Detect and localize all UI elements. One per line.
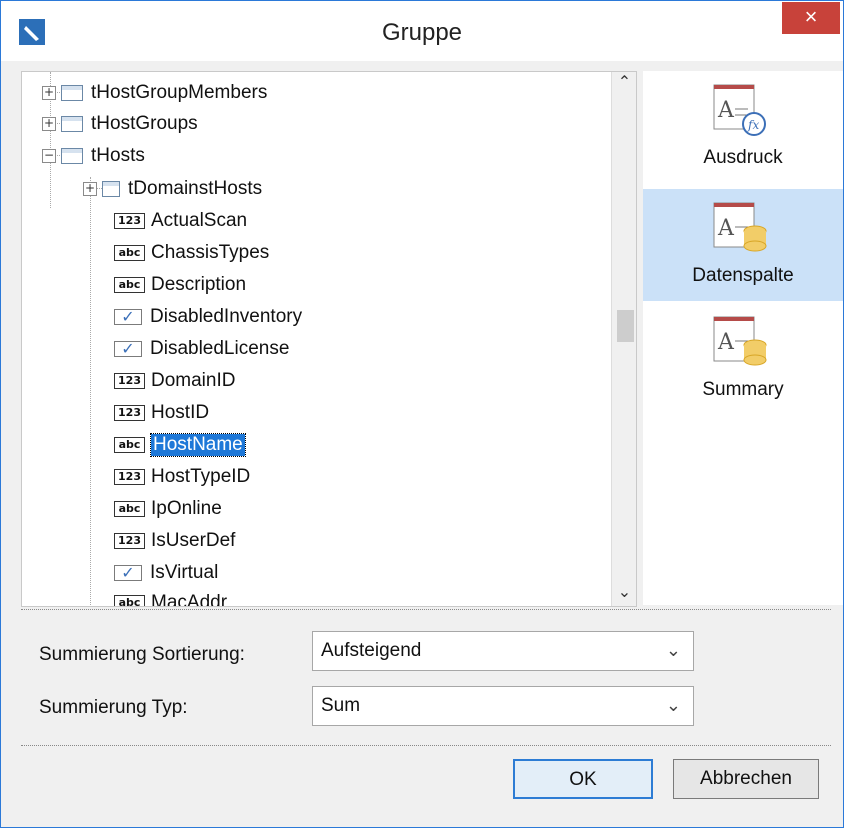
title-bar: Gruppe × bbox=[1, 1, 843, 61]
collapse-minus-icon[interactable]: − bbox=[42, 149, 56, 163]
tree-item-label: tHosts bbox=[91, 145, 145, 166]
text-type-icon: abc bbox=[114, 245, 145, 261]
tree-item-label: IsUserDef bbox=[151, 530, 236, 551]
svg-text:A: A bbox=[717, 330, 735, 355]
cancel-button[interactable]: Abbrechen bbox=[673, 759, 819, 799]
upper-separator bbox=[21, 609, 831, 610]
tree-item-hostid[interactable]: 123 HostID bbox=[114, 398, 209, 428]
expand-plus-icon[interactable]: + bbox=[83, 182, 97, 196]
expression-type-label: Datenspalte bbox=[692, 265, 794, 286]
expression-type-label: Ausdruck bbox=[703, 147, 783, 168]
number-type-icon: 123 bbox=[114, 469, 145, 485]
scroll-down-icon[interactable]: ⌄ bbox=[612, 582, 636, 606]
table-icon bbox=[61, 116, 83, 132]
tree-item-actualscan[interactable]: 123 ActualScan bbox=[114, 206, 247, 236]
tree-item-description[interactable]: abc Description bbox=[114, 270, 246, 300]
tree-item-chassistypes[interactable]: abc ChassisTypes bbox=[114, 238, 269, 268]
table-icon bbox=[61, 148, 83, 164]
tree-item-label: ChassisTypes bbox=[151, 242, 270, 263]
svg-text:fx: fx bbox=[747, 118, 759, 132]
tree-item-hostname[interactable]: abc HostName bbox=[114, 430, 246, 460]
data-column-icon: A bbox=[713, 202, 767, 252]
chevron-down-icon: ⌄ bbox=[665, 640, 681, 661]
tree-item-macaddr[interactable]: abc MacAddr bbox=[114, 588, 228, 607]
tree-item-label: IsVirtual bbox=[150, 562, 219, 583]
tree-scrollbar[interactable]: ⌃ ⌄ bbox=[611, 72, 636, 606]
tree-item-label: tDomainstHosts bbox=[128, 178, 263, 199]
table-icon bbox=[61, 85, 83, 101]
summary-icon: A bbox=[713, 316, 767, 366]
tree-item-label: HostName bbox=[150, 433, 246, 457]
tree-item-tdomainsthosts[interactable]: + tDomainstHosts bbox=[83, 174, 262, 204]
text-type-icon: abc bbox=[114, 501, 145, 517]
tree-item-thostgroupmembers[interactable]: + tHostGroupMembers bbox=[42, 78, 267, 108]
number-type-icon: 123 bbox=[114, 533, 145, 549]
dialog-content: + tHostGroupMembers + tHostGroups − tHos… bbox=[1, 61, 843, 827]
boolean-type-icon: ✓ bbox=[114, 341, 142, 357]
summierung-sortierung-select[interactable]: Aufsteigend ⌄ bbox=[312, 631, 694, 671]
field-tree[interactable]: + tHostGroupMembers + tHostGroups − tHos… bbox=[21, 71, 637, 607]
tree-item-label: HostID bbox=[151, 402, 210, 423]
expression-type-summary[interactable]: A Summary bbox=[643, 303, 843, 415]
tree-item-label: IpOnline bbox=[151, 498, 222, 519]
expression-icon: A fx bbox=[713, 84, 766, 136]
expression-type-datenspalte[interactable]: A Datenspalte bbox=[643, 189, 843, 301]
text-type-icon: abc bbox=[114, 595, 145, 606]
chevron-down-icon: ⌄ bbox=[665, 695, 681, 716]
tree-item-label: DisabledLicense bbox=[150, 338, 290, 359]
tree-item-domainid[interactable]: 123 DomainID bbox=[114, 366, 235, 396]
tree-item-label: HostTypeID bbox=[151, 466, 251, 487]
expand-plus-icon[interactable]: + bbox=[42, 117, 56, 131]
tree-item-label: Description bbox=[151, 274, 247, 295]
tree-item-iponline[interactable]: abc IpOnline bbox=[114, 494, 222, 524]
number-type-icon: 123 bbox=[114, 405, 145, 421]
svg-text:A: A bbox=[717, 98, 735, 123]
tree-item-label: tHostGroups bbox=[91, 113, 198, 134]
tree-item-isvirtual[interactable]: ✓ IsVirtual bbox=[114, 558, 218, 588]
text-type-icon: abc bbox=[114, 277, 145, 293]
summierung-typ-label: Summierung Typ: bbox=[39, 697, 188, 718]
close-button[interactable]: × bbox=[782, 2, 840, 34]
expression-type-ausdruck[interactable]: A fx Ausdruck bbox=[643, 71, 843, 183]
lower-separator bbox=[21, 745, 831, 746]
boolean-type-icon: ✓ bbox=[114, 309, 142, 325]
text-type-icon: abc bbox=[114, 437, 145, 453]
tree-item-disabledlicense[interactable]: ✓ DisabledLicense bbox=[114, 334, 289, 364]
expression-type-panel: A fx Ausdruck A Datenspalte A Summary bbox=[643, 71, 843, 605]
summierung-sortierung-label: Summierung Sortierung: bbox=[39, 644, 245, 665]
tree-item-label: tHostGroupMembers bbox=[91, 82, 268, 103]
number-type-icon: 123 bbox=[114, 213, 145, 229]
relation-icon bbox=[102, 181, 120, 197]
number-type-icon: 123 bbox=[114, 373, 145, 389]
tree-item-label: DomainID bbox=[151, 370, 236, 391]
tree-item-disabledinventory[interactable]: ✓ DisabledInventory bbox=[114, 302, 302, 332]
scroll-thumb[interactable] bbox=[617, 310, 634, 342]
select-value: Sum bbox=[321, 695, 361, 716]
tree-item-label: MacAddr bbox=[151, 592, 228, 607]
scroll-up-icon[interactable]: ⌃ bbox=[612, 72, 636, 96]
tree-item-label: DisabledInventory bbox=[150, 306, 303, 327]
expand-plus-icon[interactable]: + bbox=[42, 86, 56, 100]
svg-text:A: A bbox=[717, 216, 735, 241]
gruppe-dialog: Gruppe × + tHostGroupMembers + tHostGrou… bbox=[0, 0, 844, 828]
tree-item-label: ActualScan bbox=[151, 210, 248, 231]
summierung-typ-select[interactable]: Sum ⌄ bbox=[312, 686, 694, 726]
tree-item-thostgroups[interactable]: + tHostGroups bbox=[42, 109, 198, 139]
tree-item-hosttypeid[interactable]: 123 HostTypeID bbox=[114, 462, 250, 492]
select-value: Aufsteigend bbox=[321, 640, 422, 661]
expression-type-label: Summary bbox=[702, 379, 784, 400]
boolean-type-icon: ✓ bbox=[114, 565, 142, 581]
dialog-title: Gruppe bbox=[381, 19, 463, 46]
tree-item-isuserdef[interactable]: 123 IsUserDef bbox=[114, 526, 235, 556]
ok-button[interactable]: OK bbox=[513, 759, 653, 799]
tree-item-thosts[interactable]: − tHosts bbox=[42, 141, 145, 171]
